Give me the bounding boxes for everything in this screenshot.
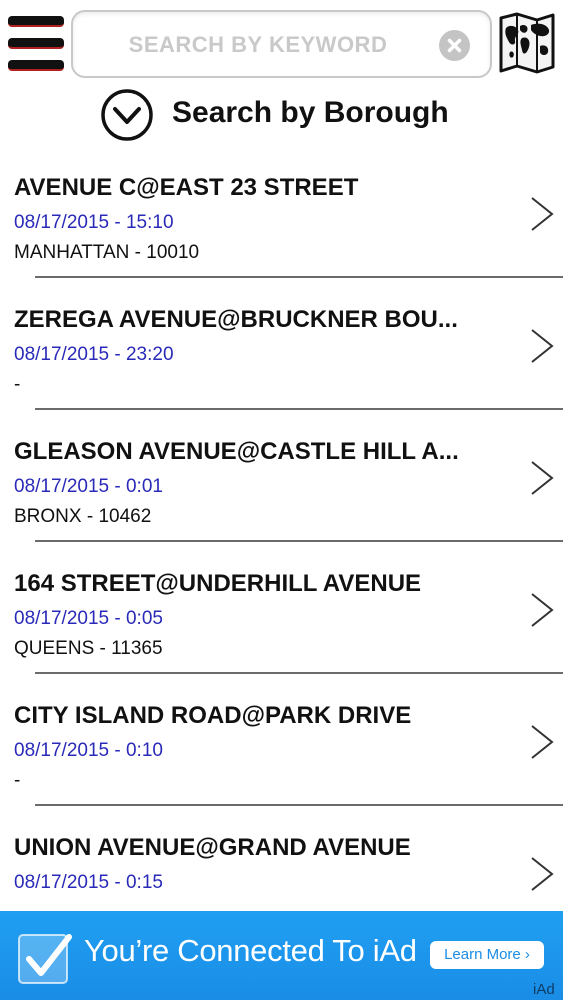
checkmark-icon — [17, 929, 73, 985]
iad-brand-label: iAd — [533, 981, 555, 998]
item-datetime: 08/17/2015 - 23:20 — [14, 344, 174, 365]
item-location: - — [14, 770, 21, 791]
list-item[interactable]: ZEREGA AVENUE@BRUCKNER BOU... 08/17/2015… — [0, 282, 563, 414]
item-title: GLEASON AVENUE@CASTLE HILL A... — [14, 438, 459, 465]
menu-bar-bottom — [8, 60, 64, 71]
item-location: MANHATTAN - 10010 — [14, 242, 200, 263]
chevron-right-icon — [528, 326, 556, 366]
divider — [35, 672, 563, 674]
top-bar — [0, 0, 563, 85]
item-location: BRONX - 10462 — [14, 506, 152, 527]
item-datetime: 08/17/2015 - 0:01 — [14, 476, 163, 497]
search-box[interactable] — [71, 10, 492, 78]
clear-circle-icon[interactable] — [439, 30, 470, 61]
list-item[interactable]: CITY ISLAND ROAD@PARK DRIVE 08/17/2015 -… — [0, 678, 563, 810]
chevron-right-icon — [528, 194, 556, 234]
item-datetime: 08/17/2015 - 0:10 — [14, 740, 163, 761]
hamburger-menu-icon[interactable] — [8, 16, 64, 74]
item-location: - — [14, 374, 21, 395]
item-title: CITY ISLAND ROAD@PARK DRIVE — [14, 702, 412, 729]
learn-more-button[interactable]: Learn More › — [430, 941, 544, 969]
list-item[interactable]: 164 STREET@UNDERHILL AVENUE 08/17/2015 -… — [0, 546, 563, 678]
menu-bar-top — [8, 16, 64, 27]
borough-label: Search by Borough — [172, 96, 449, 129]
menu-bar-middle — [8, 38, 64, 49]
divider — [35, 276, 563, 278]
item-title: AVENUE C@EAST 23 STREET — [14, 174, 359, 201]
chevron-right-icon — [528, 590, 556, 630]
divider — [35, 540, 563, 542]
item-title: UNION AVENUE@GRAND AVENUE — [14, 834, 411, 861]
list-item[interactable]: AVENUE C@EAST 23 STREET 08/17/2015 - 15:… — [0, 150, 563, 282]
divider — [35, 804, 563, 806]
search-input[interactable] — [93, 28, 423, 62]
item-datetime: 08/17/2015 - 0:15 — [14, 872, 163, 893]
item-title: 164 STREET@UNDERHILL AVENUE — [14, 570, 422, 597]
chevron-right-icon — [528, 854, 556, 894]
list-item[interactable]: GLEASON AVENUE@CASTLE HILL A... 08/17/20… — [0, 414, 563, 546]
divider — [35, 408, 563, 410]
chevron-down-circle-icon — [100, 88, 154, 142]
chevron-right-icon — [528, 458, 556, 498]
ad-headline: You’re Connected To iAd — [84, 933, 417, 968]
search-by-borough-button[interactable]: Search by Borough — [100, 86, 480, 142]
chevron-right-icon — [528, 722, 556, 762]
item-datetime: 08/17/2015 - 0:05 — [14, 608, 163, 629]
world-map-icon[interactable] — [498, 12, 556, 74]
item-datetime: 08/17/2015 - 15:10 — [14, 212, 174, 233]
item-location: QUEENS - 11365 — [14, 638, 163, 659]
iad-banner[interactable]: You’re Connected To iAd Learn More › iAd — [0, 911, 563, 1000]
item-title: ZEREGA AVENUE@BRUCKNER BOU... — [14, 306, 458, 333]
